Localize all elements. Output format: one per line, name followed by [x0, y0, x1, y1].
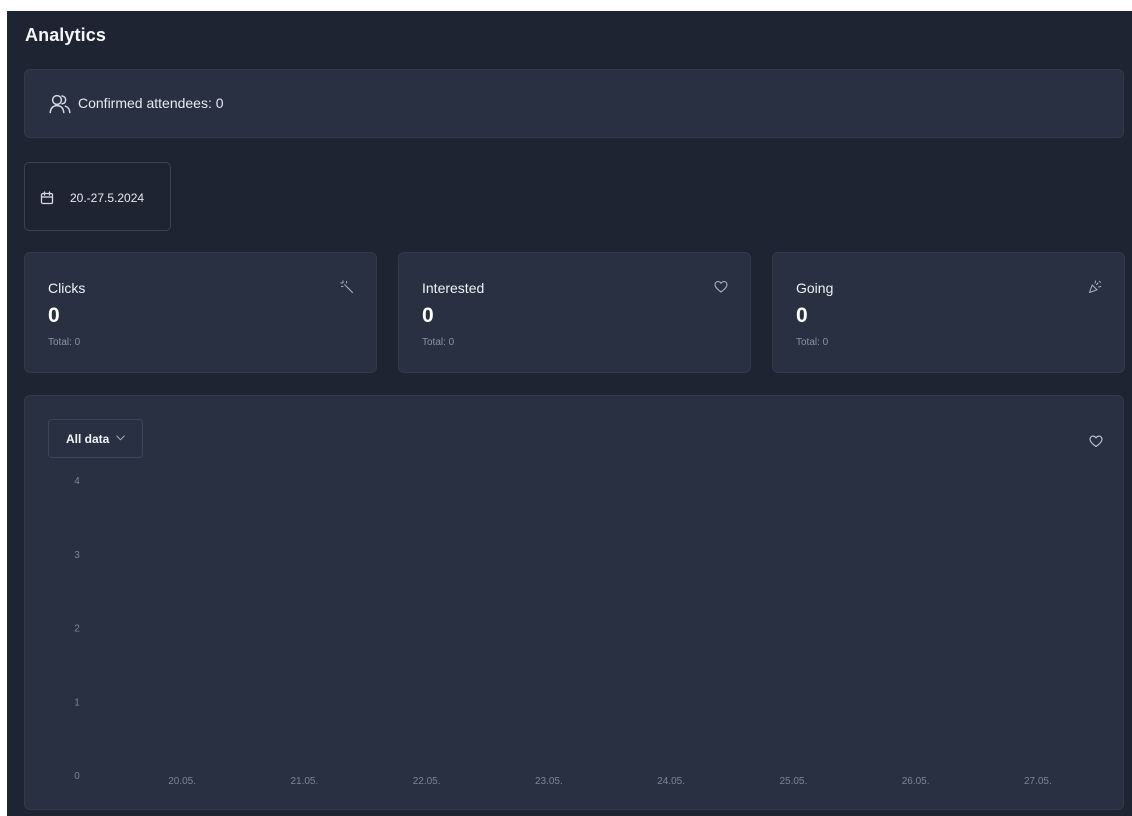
- stat-title: Going: [796, 280, 834, 296]
- confirmed-attendees-card: Confirmed attendees: 0: [24, 69, 1124, 138]
- heart-icon: [714, 280, 728, 293]
- stat-total: Total: 0: [796, 337, 829, 348]
- stat-value: 0: [48, 304, 60, 327]
- y-tick-label: 0: [74, 771, 80, 782]
- chart-panel: All data 0 1 2 3 4 20.05. 21.05. 22.05. 23.05. 24…: [24, 395, 1124, 810]
- stat-title: Clicks: [48, 280, 86, 296]
- y-tick-label: 2: [74, 624, 80, 635]
- stat-card-clicks: Clicks 0 Total: 0: [24, 252, 377, 373]
- stat-value: 0: [422, 304, 434, 327]
- x-tick-label: 26.05.: [902, 776, 930, 787]
- x-tick-label: 23.05.: [535, 776, 563, 787]
- line-chart: 0 1 2 3 4 20.05. 21.05. 22.05. 23.05. 24.05. 25.05…: [74, 476, 1052, 787]
- analytics-page: Analytics Confirmed attendees: 0 20.-27.…: [7, 11, 1132, 816]
- x-tick-label: 20.05.: [168, 776, 196, 787]
- y-tick-label: 4: [74, 476, 80, 487]
- stat-title: Interested: [422, 280, 485, 296]
- page-title: Analytics: [25, 25, 106, 45]
- confirmed-attendees-label: Confirmed attendees: 0: [78, 95, 224, 111]
- stat-total: Total: 0: [48, 337, 81, 348]
- x-tick-label: 21.05.: [290, 776, 318, 787]
- calendar-icon: [40, 191, 54, 205]
- y-tick-label: 3: [74, 550, 80, 561]
- y-tick-label: 1: [74, 697, 80, 708]
- x-tick-label: 25.05.: [779, 776, 807, 787]
- magic-wand-icon: [340, 280, 354, 294]
- date-range-label: 20.-27.5.2024: [70, 191, 145, 205]
- stat-card-interested: Interested 0 Total: 0: [398, 252, 751, 373]
- stat-total: Total: 0: [422, 337, 455, 348]
- stat-card-going: Going 0 Total: 0: [772, 252, 1125, 373]
- date-range-picker-button[interactable]: 20.-27.5.2024: [24, 162, 171, 231]
- users-icon: [49, 94, 71, 114]
- stat-value: 0: [796, 304, 808, 327]
- x-tick-label: 24.05.: [657, 776, 685, 787]
- party-popper-icon: [1088, 280, 1102, 294]
- x-tick-label: 22.05.: [413, 776, 441, 787]
- x-tick-label: 27.05.: [1024, 776, 1052, 787]
